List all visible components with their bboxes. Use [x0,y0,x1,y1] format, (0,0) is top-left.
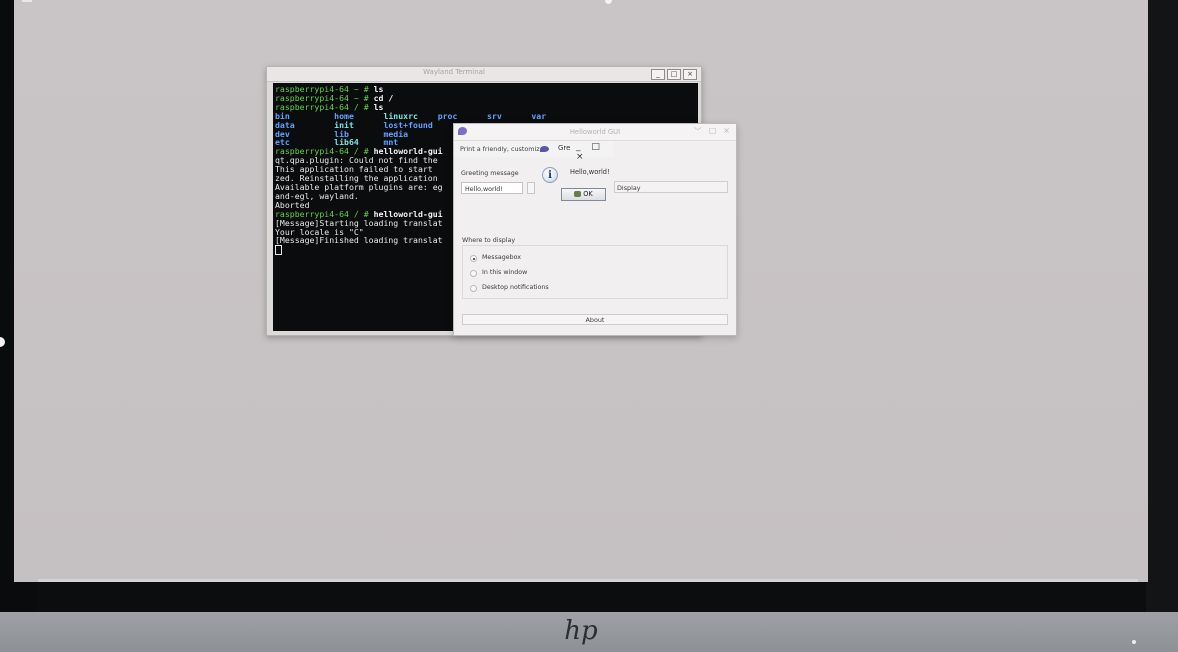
minimize-button[interactable]: _ [651,69,665,80]
greeting-label: Greeting message [461,170,519,177]
terminal-title: Wayland Terminal [423,68,485,76]
tooltip-popup: Print a friendly, customiz Gre _ □ × [454,141,614,162]
terminal-titlebar[interactable]: Wayland Terminal _ □ × [267,67,701,82]
maximize-button[interactable]: □ [667,69,681,80]
close-button[interactable]: × [723,126,730,137]
screen-edge [38,579,1138,582]
where-to-display-label: Where to display [462,237,516,244]
radio-label: In this window [482,269,528,276]
greeting-side-box[interactable] [527,182,535,194]
terminal-cursor [275,245,282,256]
tooltip-window-buttons[interactable]: _ □ × [576,142,614,162]
greeting-input[interactable] [461,182,523,194]
close-button[interactable]: × [683,69,697,80]
maximize-button[interactable]: □ [709,126,717,137]
tooltip-window-title: Gre [558,144,571,152]
screen-corner-mark [22,0,32,2]
terminal-text-segment: var [531,110,547,121]
hp-logo: hp [564,616,598,646]
speech-bubble-icon [540,146,549,152]
ok-button[interactable]: OK [561,188,606,201]
monitor-bezel-right [1146,0,1178,615]
about-button[interactable]: About [462,314,728,325]
info-icon: i [542,167,558,183]
helloworld-gui-window[interactable]: Helloworld GUI ﹀ □ × Print a friendly, c… [453,123,737,336]
minimize-button[interactable]: ﹀ [694,126,702,137]
power-led [1132,640,1136,644]
terminal-text-segment: srv [486,110,532,121]
radio-button[interactable] [470,285,477,292]
qt-titlebar[interactable]: Helloworld GUI ﹀ □ × [454,124,736,141]
check-icon [574,191,582,197]
radio-button[interactable] [470,255,477,262]
terminal-text-segment: proc [437,110,487,121]
terminal-text-segment: [Message]Finished loading translat [275,235,443,246]
message-text: Hello,world! [570,168,610,176]
tooltip-text: Print a friendly, customiz [460,145,540,153]
radio-label: Messagebox [482,254,521,261]
radio-label: Desktop notifications [482,284,549,291]
ok-label: OK [583,190,593,198]
radio-button[interactable] [470,270,477,277]
display-button[interactable]: Display [614,181,728,193]
